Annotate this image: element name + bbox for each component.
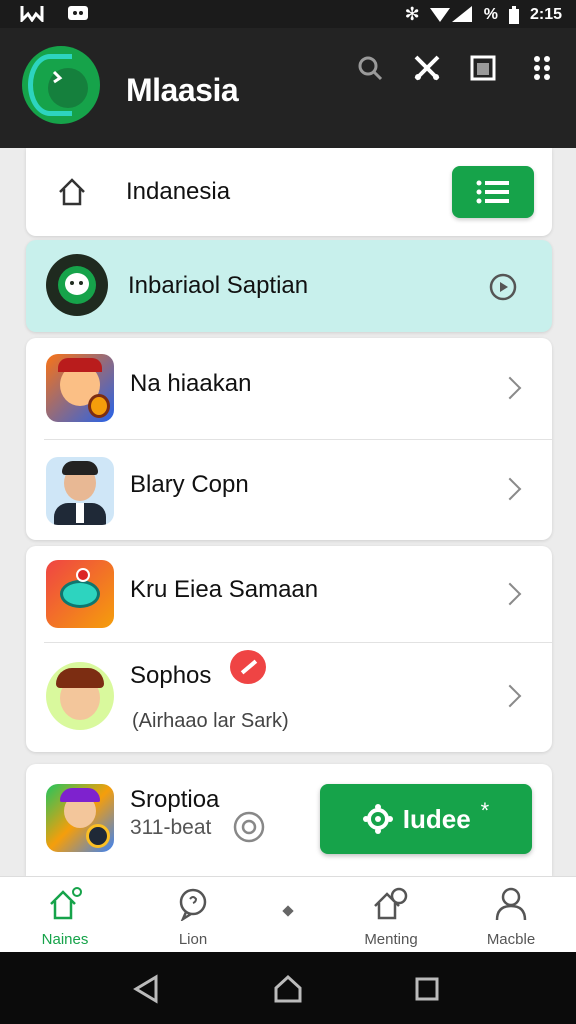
list-item[interactable]: Kru Eiea Samaan xyxy=(26,546,552,642)
profile-icon xyxy=(495,887,527,921)
tools-icon xyxy=(414,55,440,81)
card-subtitle: 311-beat xyxy=(130,816,212,839)
nav-item-menting[interactable]: Menting xyxy=(336,887,446,948)
list-item[interactable]: Blary Copn xyxy=(26,439,552,540)
home-icon xyxy=(50,887,82,920)
list-item[interactable]: Na hiaakan xyxy=(26,338,552,439)
search-button[interactable] xyxy=(350,48,390,88)
avatar xyxy=(46,784,114,852)
gear-icon xyxy=(362,804,393,834)
nav-item-lion[interactable]: Lion xyxy=(138,887,248,948)
nav-label: Lion xyxy=(178,931,208,948)
avatar xyxy=(46,354,114,422)
badge-icon xyxy=(230,650,266,684)
battery-icon xyxy=(508,5,519,24)
battery-percent: % xyxy=(483,5,498,23)
featured-row[interactable]: Inbariaol Saptian xyxy=(26,240,552,332)
card-title: Sroptioa xyxy=(130,786,220,813)
featured-card[interactable]: Sroptioa 311-beat Iudee * xyxy=(26,764,552,876)
play-circle-icon[interactable] xyxy=(488,272,518,302)
featured-row-label: Inbariaol Saptian xyxy=(128,272,309,299)
list-item-title: Na hiaakan xyxy=(130,370,252,397)
nav-dot xyxy=(282,905,294,917)
list-item-title: Blary Copn xyxy=(130,471,249,498)
list-item-subtitle: (Airhaao lar Sark) xyxy=(132,710,289,732)
more-vert-icon xyxy=(534,56,550,80)
list-item-title: Kru Eiea Samaan xyxy=(130,576,319,603)
nav-item-macble[interactable]: Macble xyxy=(456,887,566,948)
list-item-title: Sophos xyxy=(130,662,212,689)
more-button[interactable] xyxy=(522,48,562,88)
avatar xyxy=(46,457,114,525)
tools-button[interactable] xyxy=(407,48,447,88)
home-search-icon xyxy=(374,887,408,920)
status-time: 2:15 xyxy=(529,5,562,23)
chevron-right-icon xyxy=(498,684,522,708)
window-button[interactable] xyxy=(463,48,503,88)
chevron-right-icon xyxy=(498,582,522,606)
notification-cat-icon xyxy=(68,6,88,20)
nav-label: Menting xyxy=(364,931,418,948)
nav-label: Naines xyxy=(41,931,89,948)
notification-w-icon xyxy=(20,6,44,22)
list-group: Na hiaakan Blary Copn xyxy=(26,338,552,540)
bottom-nav: Naines Lion Menting Macble xyxy=(0,876,576,952)
search-icon xyxy=(358,56,383,81)
home-row[interactable]: Indanesia xyxy=(26,148,552,236)
back-icon[interactable] xyxy=(132,974,160,1004)
sparkle-icon: * xyxy=(480,798,490,823)
recents-icon[interactable] xyxy=(414,976,440,1002)
list-icon xyxy=(476,180,509,204)
status-bar: ✻ % 2:15 xyxy=(0,0,576,28)
install-button[interactable]: Iudee * xyxy=(320,784,532,854)
install-button-label: Iudee xyxy=(402,803,471,834)
bluetooth-icon: ✻ xyxy=(404,4,420,24)
chevron-right-icon xyxy=(498,477,522,501)
system-nav-bar xyxy=(0,952,576,1024)
avatar xyxy=(46,560,114,628)
home-icon xyxy=(59,178,85,206)
window-icon xyxy=(470,55,496,81)
chat-bubble-icon xyxy=(179,888,207,921)
home-row-label: Indanesia xyxy=(126,178,231,205)
nav-label: Macble xyxy=(486,931,536,948)
list-item[interactable]: Sophos (Airhaao lar Sark) xyxy=(26,642,552,752)
avatar xyxy=(46,662,114,730)
list-view-button[interactable] xyxy=(452,166,534,218)
nav-item-naines[interactable]: Naines xyxy=(10,887,120,948)
chevron-right-icon xyxy=(498,376,522,400)
app-logo[interactable] xyxy=(22,46,100,124)
refresh-icon xyxy=(233,811,265,843)
chat-app-icon xyxy=(46,254,108,316)
signal-icon xyxy=(429,5,472,22)
app-bar: Mlaasia xyxy=(0,28,576,148)
home-nav-icon[interactable] xyxy=(272,974,304,1004)
app-title: Mlaasia xyxy=(126,72,239,108)
list-group: Kru Eiea Samaan Sophos (Airhaao lar Sark… xyxy=(26,546,552,752)
